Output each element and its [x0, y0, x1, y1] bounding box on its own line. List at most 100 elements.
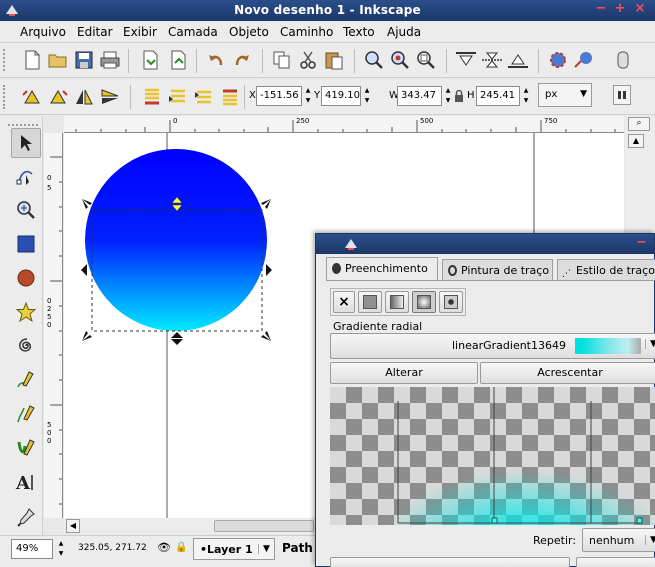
rectangle-icon[interactable] — [11, 229, 41, 259]
xml-editor-icon[interactable] — [546, 48, 570, 72]
rotate-ccw-icon[interactable] — [20, 85, 44, 109]
text-icon[interactable]: A — [11, 467, 41, 497]
h-input[interactable]: 245.41 — [476, 86, 520, 106]
menu-objeto[interactable]: Objeto — [229, 25, 269, 39]
save-icon[interactable] — [72, 48, 96, 72]
import-icon[interactable] — [138, 48, 162, 72]
dropper-icon[interactable] — [11, 502, 41, 532]
pen-icon[interactable] — [11, 399, 41, 429]
chevron-down-icon[interactable]: ▼ — [580, 89, 587, 99]
raise-icon[interactable] — [192, 85, 216, 109]
open-folder-icon[interactable] — [46, 48, 70, 72]
lower-to-bottom-icon[interactable] — [140, 85, 164, 109]
y-input[interactable]: 419.10 — [321, 86, 361, 106]
menu-ajuda[interactable]: Ajuda — [387, 25, 421, 39]
flip-vertical-icon[interactable] — [98, 85, 122, 109]
star-icon[interactable] — [11, 297, 41, 327]
print-icon[interactable] — [98, 48, 122, 72]
menu-editar[interactable]: Editar — [77, 25, 113, 39]
horizontal-ruler[interactable]: 0 250 500 750 — [64, 116, 624, 133]
h-stepper[interactable]: ▲ ▼ — [521, 86, 531, 106]
eye-icon[interactable]: 👁 — [157, 541, 171, 554]
ruler-label: 0 — [173, 117, 178, 125]
more-tools-icon[interactable] — [612, 48, 636, 72]
zoom-icon[interactable] — [11, 195, 41, 225]
tab-stroke-style-label: Estilo de traço — [576, 264, 655, 277]
y-stepper[interactable]: ▲ ▼ — [362, 86, 372, 106]
gradient-select[interactable]: linearGradient13649 ▼ — [330, 333, 655, 359]
cut-icon[interactable] — [296, 48, 320, 72]
unit-select[interactable]: px ▼ — [538, 83, 592, 107]
x-input[interactable]: -151.56 — [256, 86, 302, 106]
flat-color-button[interactable] — [358, 291, 382, 313]
ellipse-icon[interactable] — [11, 263, 41, 293]
chevron-down-icon[interactable]: ▼ — [645, 535, 655, 545]
copy-icon[interactable] — [270, 48, 294, 72]
vertical-ruler[interactable]: 0 5 0 2 5 0 5 0 0 — [44, 133, 63, 518]
zoom-selection-icon[interactable] — [362, 48, 386, 72]
tab-stroke-style[interactable]: ⋰ Estilo de traço — [557, 259, 655, 281]
partial-control[interactable] — [330, 557, 570, 567]
calligraphy-icon[interactable] — [11, 433, 41, 463]
tab-stroke-paint[interactable]: Pintura de traço — [442, 259, 553, 281]
repeat-select[interactable]: nenhum ▼ — [582, 528, 655, 552]
zoom-drawing-icon[interactable] — [388, 48, 412, 72]
chevron-down-icon[interactable]: ▼ — [258, 544, 270, 554]
edit-gradient-button[interactable]: Alterar — [330, 362, 478, 384]
align-top-icon[interactable] — [454, 48, 478, 72]
lock-icon[interactable]: 🔒 — [175, 542, 187, 553]
toolbar-grip[interactable] — [3, 85, 9, 109]
tab-fill[interactable]: Preenchimento — [326, 257, 438, 280]
scroll-thumb[interactable] — [214, 520, 314, 532]
x-stepper[interactable]: ▲ ▼ — [303, 86, 313, 106]
layer-select[interactable]: •Layer 1 ▼ — [193, 538, 275, 560]
new-document-icon[interactable] — [20, 48, 44, 72]
maximize-icon[interactable]: + — [613, 2, 627, 16]
raise-to-top-icon[interactable] — [218, 85, 242, 109]
selector-arrow-icon[interactable] — [11, 128, 41, 158]
object-properties-icon[interactable] — [572, 48, 596, 72]
search-icon[interactable]: ⌕ — [628, 117, 650, 131]
radial-gradient-button[interactable] — [412, 291, 436, 313]
title-bar: Novo desenho 1 - Inkscape − + × — [0, 0, 655, 21]
dialog-app-icon[interactable] — [343, 237, 359, 251]
undo-icon[interactable] — [204, 48, 228, 72]
toolbar-grip[interactable] — [3, 49, 9, 71]
chevron-down-icon[interactable]: ▼ — [645, 339, 655, 349]
align-bottom-icon[interactable] — [506, 48, 530, 72]
dialog-minimize-icon[interactable]: − — [636, 235, 647, 250]
scroll-left-icon[interactable]: ◀ — [66, 519, 80, 533]
scroll-up-icon[interactable]: ▲ — [628, 134, 644, 148]
redo-icon[interactable] — [230, 48, 254, 72]
pause-icon[interactable] — [613, 85, 631, 105]
close-icon[interactable]: × — [633, 2, 647, 16]
flip-horizontal-icon[interactable] — [72, 85, 96, 109]
paste-icon[interactable] — [322, 48, 346, 72]
menu-exibir[interactable]: Exibir — [123, 25, 157, 39]
pencil-icon[interactable] — [11, 365, 41, 395]
align-center-icon[interactable] — [480, 48, 504, 72]
zoom-stepper[interactable]: ▲ ▼ — [56, 539, 66, 559]
pattern-button[interactable] — [439, 291, 463, 313]
node-edit-icon[interactable] — [11, 161, 41, 191]
menu-caminho[interactable]: Caminho — [280, 25, 333, 39]
horizontal-scrollbar[interactable]: ◀ — [64, 518, 324, 534]
menu-arquivo[interactable]: Arquivo — [20, 25, 66, 39]
zoom-page-icon[interactable] — [414, 48, 438, 72]
zoom-field[interactable]: 49% — [11, 539, 53, 559]
spiral-icon[interactable] — [11, 331, 41, 361]
menu-texto[interactable]: Texto — [343, 25, 375, 39]
minimize-icon[interactable]: − — [594, 2, 608, 16]
rotate-cw-icon[interactable] — [46, 85, 70, 109]
w-input[interactable]: 343.47 — [397, 86, 442, 106]
tab-fill-label: Preenchimento — [345, 262, 428, 275]
partial-control[interactable] — [576, 557, 655, 567]
no-paint-button[interactable]: × — [333, 291, 355, 313]
lower-icon[interactable] — [166, 85, 190, 109]
menu-camada[interactable]: Camada — [168, 25, 218, 39]
w-stepper[interactable]: ▲ ▼ — [443, 86, 453, 106]
export-icon[interactable] — [166, 48, 190, 72]
add-gradient-button[interactable]: Acrescentar — [480, 362, 655, 384]
linear-gradient-button[interactable] — [385, 291, 409, 313]
lock-icon[interactable] — [453, 88, 465, 104]
